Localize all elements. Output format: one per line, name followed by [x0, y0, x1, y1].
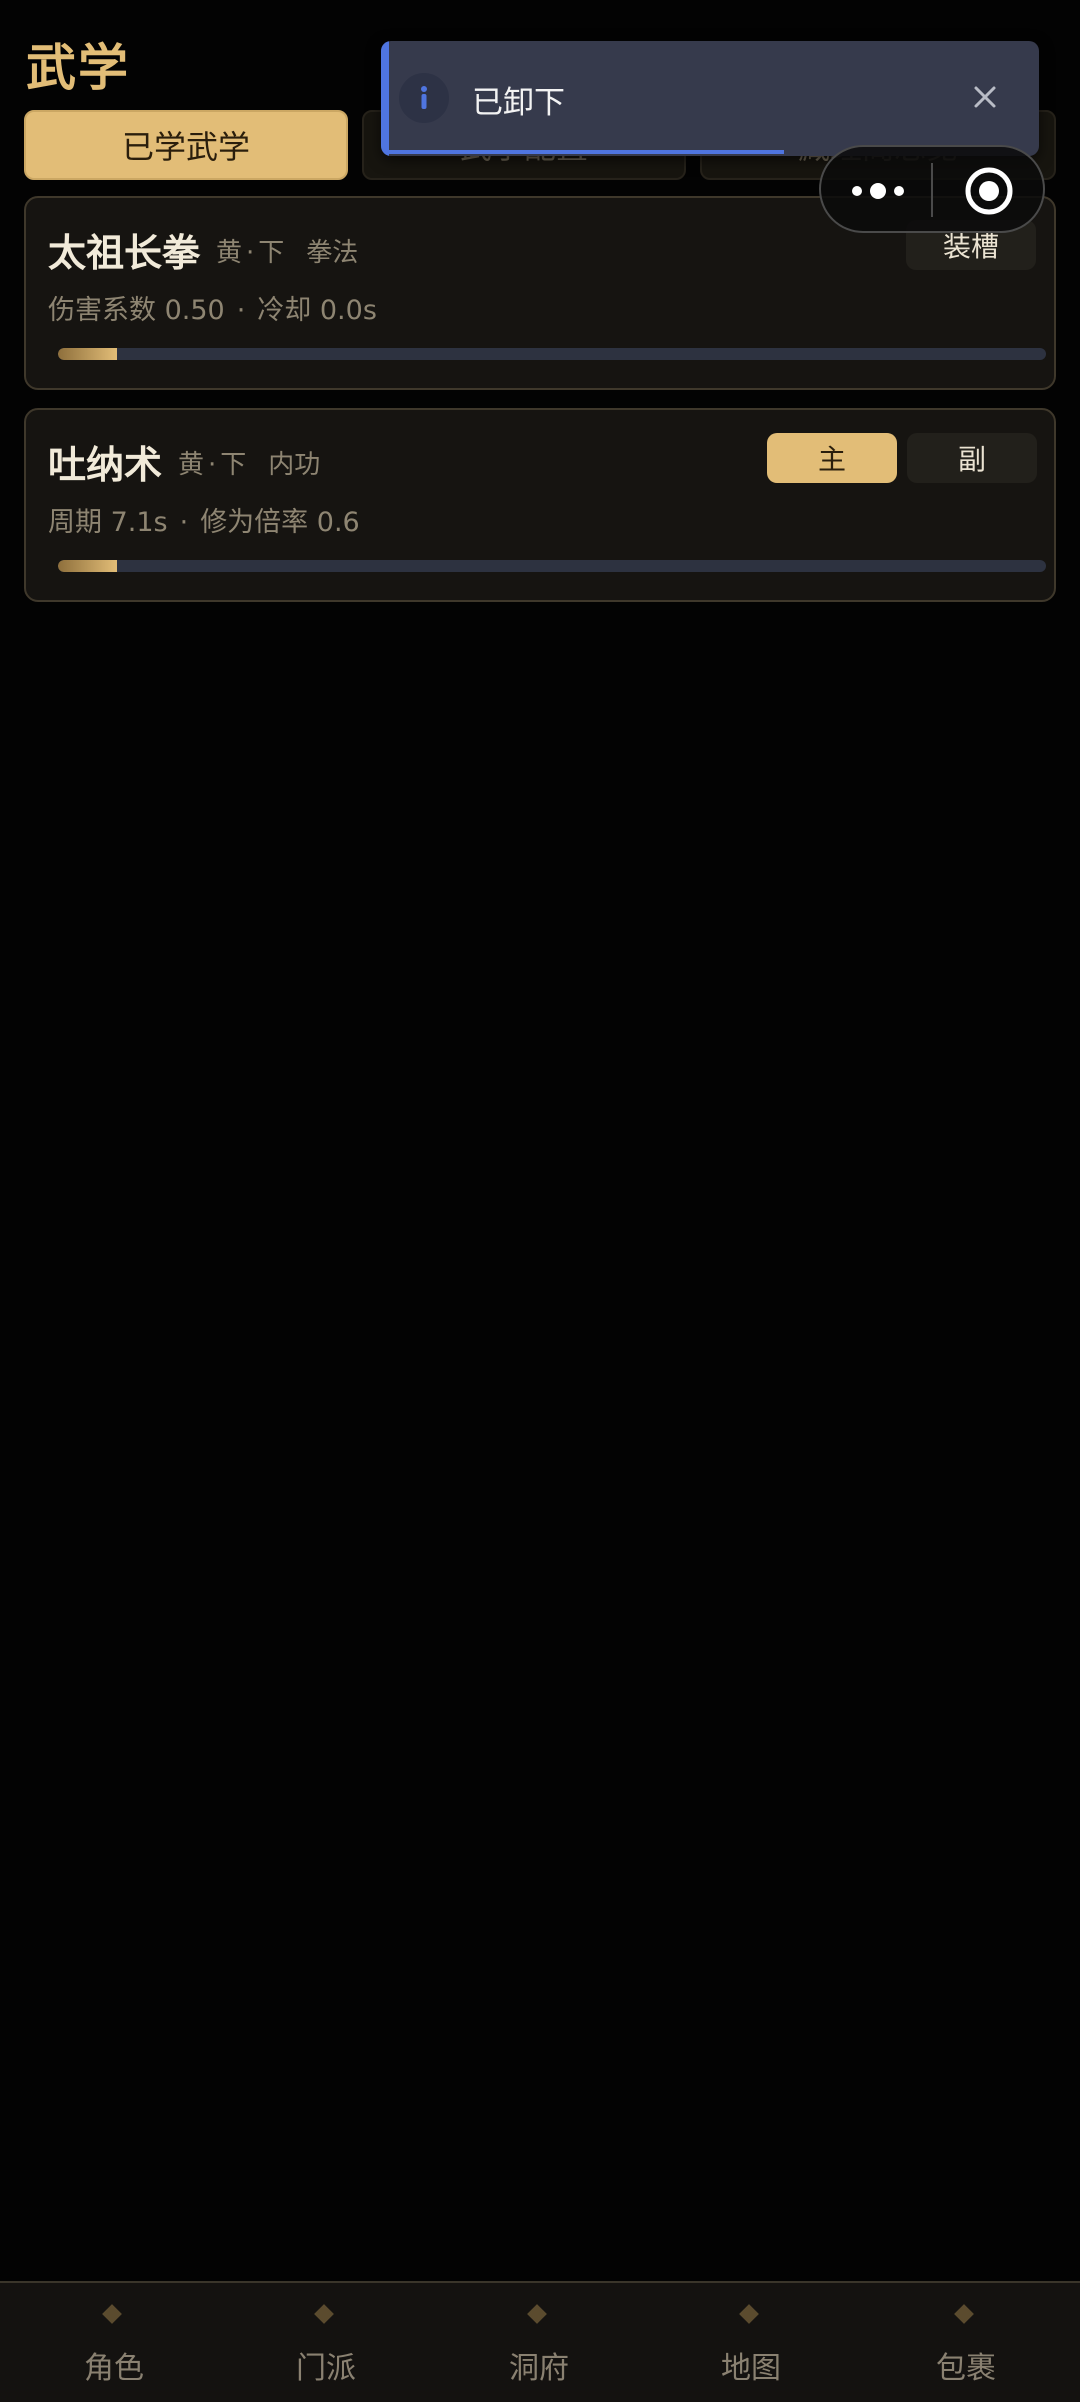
info-icon — [399, 73, 449, 123]
diamond-icon — [954, 2304, 974, 2324]
toast-timer-bar — [389, 150, 784, 154]
toast-message: 已卸下 — [472, 85, 565, 121]
skill-name: 太祖长拳 — [48, 231, 201, 275]
skill-type: 内功 — [268, 450, 321, 480]
nav-item-inventory[interactable]: 包裹 — [858, 2283, 1074, 2402]
diamond-icon — [102, 2304, 122, 2324]
toast-notification: 已卸下 — [381, 41, 1039, 156]
skill-progress-fill — [58, 348, 118, 360]
skill-stats: 伤害系数 0.50 · 冷却 0.0s — [48, 295, 377, 326]
skill-progress-bar — [58, 348, 1046, 360]
skill-meta: 黄 · 下内功 — [178, 450, 321, 480]
skill-stat-secondary: 冷却 0.0s — [257, 295, 377, 326]
target-circle-icon[interactable] — [963, 165, 1015, 217]
skill-grade: 黄 — [178, 450, 205, 480]
nav-item-character[interactable]: 角色 — [6, 2283, 222, 2402]
skill-stats: 周期 7.1s · 修为倍率 0.6 — [48, 507, 360, 538]
tab-learned-skills[interactable]: 已学武学 — [24, 110, 348, 180]
skill-type: 拳法 — [306, 238, 359, 268]
nav-label: 地图 — [721, 2351, 781, 2386]
skill-stat-primary: 周期 7.1s — [48, 507, 168, 538]
diamond-icon — [527, 2304, 547, 2324]
toast-accent-bar — [381, 41, 389, 156]
nav-label: 包裹 — [936, 2351, 996, 2386]
nav-item-map[interactable]: 地图 — [643, 2283, 859, 2402]
skill-tier: 下 — [258, 238, 285, 268]
skill-stat-primary: 伤害系数 0.50 — [48, 295, 225, 326]
more-dots-icon[interactable] — [843, 171, 913, 211]
diamond-icon — [314, 2304, 334, 2324]
nav-label: 门派 — [296, 2351, 356, 2386]
close-icon[interactable] — [967, 79, 1003, 115]
page-title: 武学 — [26, 39, 130, 97]
skill-progress-fill — [58, 560, 118, 572]
skill-card: 吐纳术 黄 · 下内功 周期 7.1s · 修为倍率 0.6 主 副 — [24, 408, 1056, 602]
nav-item-sect[interactable]: 门派 — [218, 2283, 434, 2402]
skill-tier: 下 — [220, 450, 247, 480]
bottom-nav: 角色 门派 洞府 地图 包裹 — [0, 2281, 1080, 2402]
diamond-icon — [739, 2304, 759, 2324]
skill-name: 吐纳术 — [48, 443, 163, 487]
set-main-button[interactable]: 主 — [767, 433, 897, 483]
skill-grade: 黄 — [216, 238, 243, 268]
nav-item-cave[interactable]: 洞府 — [431, 2283, 647, 2402]
nav-label: 角色 — [84, 2351, 144, 2386]
skill-stat-secondary: 修为倍率 0.6 — [200, 507, 360, 538]
skill-progress-bar — [58, 560, 1046, 572]
set-secondary-button[interactable]: 副 — [907, 433, 1037, 483]
nav-label: 洞府 — [509, 2351, 569, 2386]
capsule-menu — [819, 145, 1045, 233]
skill-meta: 黄 · 下拳法 — [216, 238, 359, 268]
capsule-divider — [931, 163, 933, 217]
